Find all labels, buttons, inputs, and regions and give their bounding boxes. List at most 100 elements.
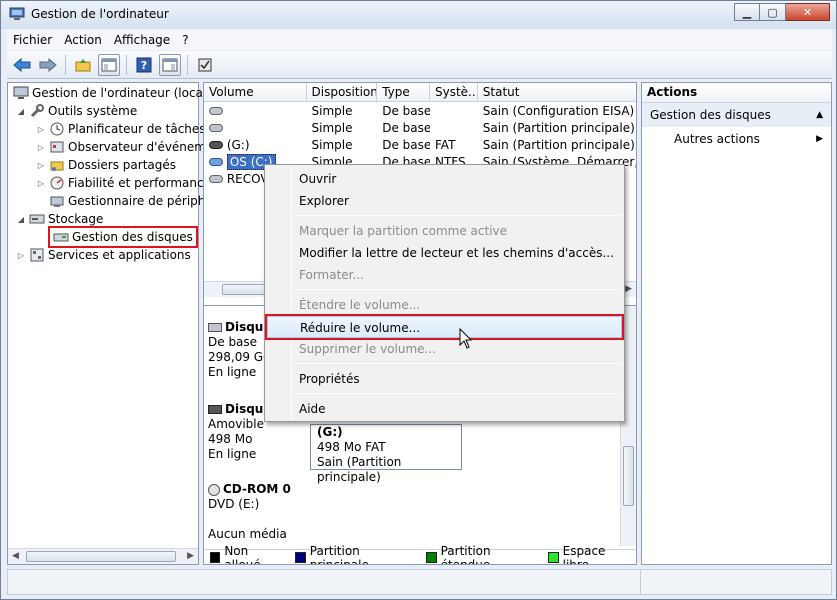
tree-item-device-manager[interactable]: Gestionnaire de périphé	[46, 192, 213, 210]
tree-item-shared-folders[interactable]: ▷ Dossiers partagés	[36, 156, 176, 174]
minimize-button[interactable]: ▁	[734, 3, 760, 21]
menu-item-mark-active[interactable]: Marquer la partition comme active	[267, 220, 622, 242]
volume-cell	[204, 120, 307, 137]
tree-item-task-scheduler[interactable]: ▷ Planificateur de tâches	[36, 120, 206, 138]
help-button[interactable]: ?	[133, 54, 155, 76]
volume-cell: (G:)	[204, 137, 307, 154]
maximize-icon: ▢	[767, 5, 778, 19]
legend-extended: Partition étendue	[426, 544, 536, 564]
legend-primary: Partition principale	[295, 544, 414, 564]
actions-more[interactable]: Autres actions ▶	[642, 127, 831, 151]
storage-icon	[29, 211, 45, 227]
menu-file[interactable]: Fichier	[7, 33, 58, 47]
tree-item-event-viewer[interactable]: ▷ Observateur d'événeme	[36, 138, 213, 156]
console-tree-icon	[101, 58, 117, 71]
tree-item-reliability[interactable]: ▷ Fiabilité et performance	[36, 174, 211, 192]
legend-free: Espace libre	[548, 544, 630, 564]
menu-item-shrink[interactable]: Réduire le volume...	[265, 314, 624, 340]
back-button[interactable]	[11, 54, 33, 76]
tree-horizontal-scrollbar[interactable]: ◀ ▶	[8, 548, 198, 564]
tree-item-services[interactable]: ▷ Services et applications	[16, 246, 191, 264]
tree-item-system-tools[interactable]: ◢ Outils système	[16, 102, 137, 120]
tree-item-label: Stockage	[48, 212, 104, 226]
menu-item-open[interactable]: Ouvrir	[267, 168, 622, 190]
partition-name: (G:)	[317, 425, 343, 439]
tree-item-label: Gestion de l'ordinateur (local)	[32, 86, 211, 100]
collapsed-arrow-icon: ▷	[37, 142, 45, 152]
help-icon: ?	[136, 57, 152, 72]
volume-list-header: Volume Disposition Type Systè... Statut	[204, 83, 636, 102]
scroll-left-icon: ◀	[12, 551, 19, 561]
expanded-arrow-icon: ◢	[17, 214, 25, 224]
partition-size: 498 Mo FAT	[317, 440, 386, 454]
tree-item-label: Services et applications	[48, 248, 191, 262]
forward-button[interactable]	[37, 54, 59, 76]
volume-row[interactable]: Simple De base Sain (Configuration EISA)	[204, 103, 636, 120]
disk-check-icon	[198, 58, 212, 71]
cdrom-title: CD-ROM 0	[208, 482, 308, 497]
actions-section-disk-management[interactable]: Gestion des disques ▲	[642, 103, 831, 127]
fs-cell: FAT	[434, 138, 456, 152]
tree-item-label: Gestion des disques	[72, 230, 193, 244]
column-layout[interactable]: Disposition	[307, 83, 378, 102]
drive-icon	[209, 107, 223, 115]
tree-item-label: Outils système	[48, 104, 138, 118]
column-volume[interactable]: Volume	[204, 83, 307, 102]
cdrom-0-info[interactable]: CD-ROM 0 DVD (E:) Aucun média	[208, 482, 308, 542]
legend-swatch	[210, 552, 221, 563]
action-pane-icon	[162, 58, 178, 71]
forward-arrow-icon	[39, 57, 57, 72]
maximize-button[interactable]: ▢	[760, 3, 786, 21]
disk-status: En ligne	[208, 447, 257, 461]
partition-status: Sain (Partition principale)	[317, 455, 402, 484]
scroll-thumb[interactable]	[623, 446, 634, 506]
drive-icon	[209, 124, 223, 132]
tree-item-label: Gestionnaire de périphé	[68, 194, 213, 208]
type-cell: De base	[382, 121, 430, 135]
action-pane-button[interactable]	[159, 53, 181, 76]
cdrom-spacer	[208, 512, 308, 527]
partition-g[interactable]: (G:) 498 Mo FAT Sain (Partition principa…	[310, 424, 462, 484]
menu-item-explore[interactable]: Explorer	[267, 190, 622, 212]
fs-cell	[430, 120, 478, 137]
removable-drive-icon	[209, 141, 223, 149]
menu-item-help[interactable]: Aide	[267, 398, 622, 420]
toolbar: ?	[7, 51, 832, 79]
menu-help[interactable]: ?	[176, 33, 194, 47]
menu-item-change-letter[interactable]: Modifier la lettre de lecteur et les che…	[267, 242, 622, 264]
disk-size: 498 Mo	[208, 432, 253, 446]
menu-item-extend[interactable]: Étendre le volume...	[267, 294, 622, 316]
disk-properties-button[interactable]	[194, 54, 216, 76]
up-folder-button[interactable]	[72, 54, 94, 76]
menu-item-properties[interactable]: Propriétés	[267, 368, 622, 390]
menu-item-delete[interactable]: Supprimer le volume...	[267, 338, 622, 360]
collapse-up-icon: ▲	[816, 110, 823, 120]
window-title: Gestion de l'ordinateur	[31, 7, 169, 21]
collapsed-arrow-icon: ▷	[17, 250, 25, 260]
toolbar-separator-2	[126, 54, 127, 75]
legend-unallocated: Non alloué	[210, 544, 283, 564]
scroll-right-icon: ▶	[187, 551, 194, 561]
volume-row[interactable]: (G:) Simple De base FAT Sain (Partition …	[204, 137, 636, 154]
menu-item-format[interactable]: Formater...	[267, 264, 622, 286]
column-type[interactable]: Type	[377, 83, 430, 102]
menu-view[interactable]: Affichage	[108, 33, 176, 47]
shared-folder-icon	[49, 157, 65, 173]
scroll-thumb[interactable]	[26, 551, 176, 562]
volume-row[interactable]: Simple De base Sain (Partition principal…	[204, 120, 636, 137]
tree-item-disk-management[interactable]: Gestion des disques	[48, 226, 198, 248]
collapsed-arrow-icon: ▷	[37, 124, 45, 134]
status-segment	[640, 570, 641, 594]
column-filesystem[interactable]: Systè...	[430, 83, 478, 102]
tree-item-root[interactable]: Gestion de l'ordinateur (local)	[10, 84, 211, 102]
console-tree-button[interactable]	[98, 53, 120, 76]
window-controls: ▁ ▢ ✕	[734, 3, 830, 21]
menu-separator	[295, 363, 620, 364]
column-status[interactable]: Statut	[478, 83, 636, 102]
menu-action[interactable]: Action	[58, 33, 108, 47]
console-tree: Gestion de l'ordinateur (local) ◢ Outils…	[7, 82, 213, 565]
status-cell: Sain (Partition principale)	[482, 121, 635, 135]
actions-pane: Actions Gestion des disques ▲ Autres act…	[641, 82, 832, 565]
close-button[interactable]: ✕	[786, 3, 830, 21]
tree-item-label: Dossiers partagés	[68, 158, 177, 172]
